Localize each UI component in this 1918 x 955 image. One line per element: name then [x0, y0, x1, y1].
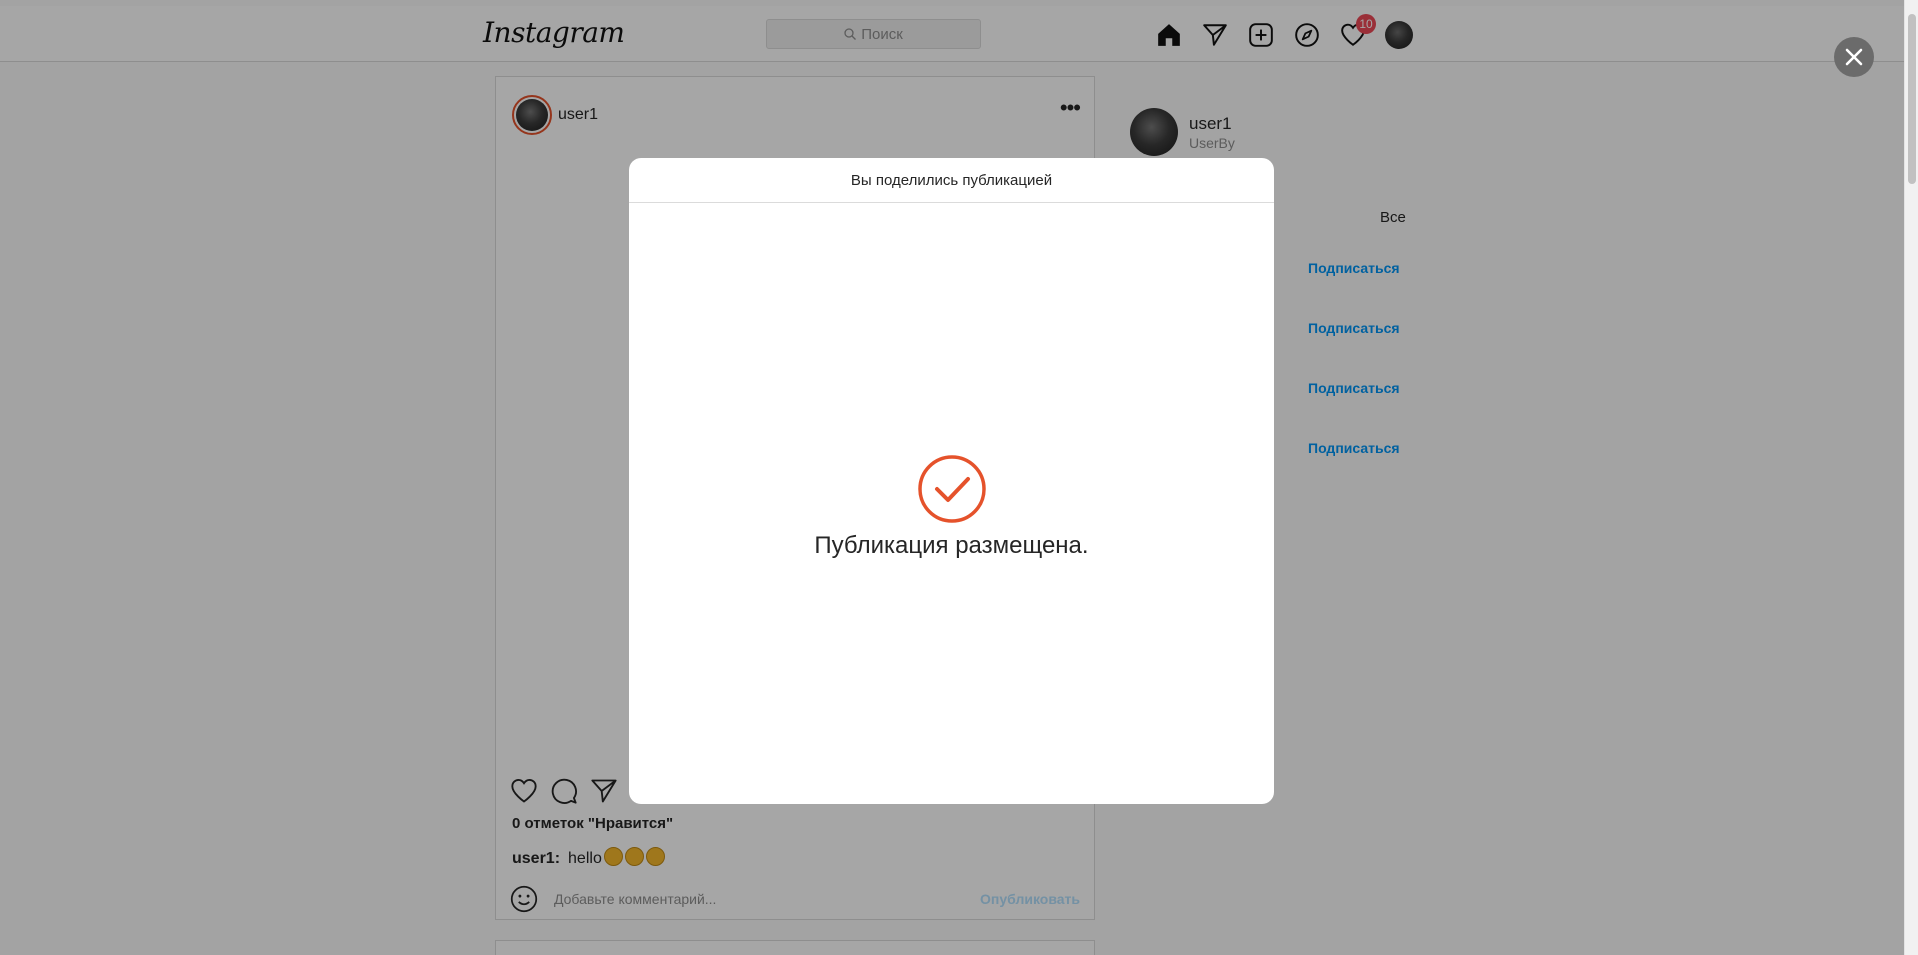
dialog-body: Публикация размещена.	[629, 203, 1274, 804]
close-button[interactable]	[1834, 37, 1874, 77]
scrollbar-thumb[interactable]	[1908, 14, 1916, 184]
close-icon	[1845, 48, 1863, 66]
success-message: Публикация размещена.	[814, 531, 1089, 559]
checkmark-circle-icon	[917, 454, 986, 523]
dialog-title: Вы поделились публикацией	[629, 158, 1274, 203]
share-success-dialog: Вы поделились публикацией Публикация раз…	[629, 158, 1274, 804]
page-scrollbar[interactable]	[1904, 0, 1918, 955]
